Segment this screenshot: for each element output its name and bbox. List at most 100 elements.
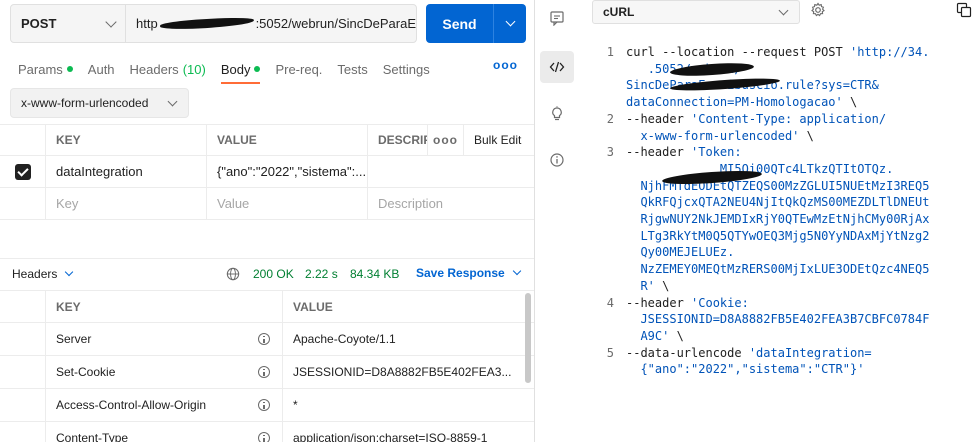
response-time[interactable]: 2.22 s xyxy=(305,267,338,281)
code-token: --header xyxy=(626,145,692,160)
header-name: Access-Control-Allow-Origin xyxy=(56,398,207,412)
tab-settings[interactable]: Settings xyxy=(383,56,430,82)
right-sidebar xyxy=(535,0,581,442)
response-header-key[interactable]: Server xyxy=(46,323,283,355)
header-key: KEY xyxy=(46,291,283,322)
chevron-down-icon xyxy=(505,16,515,27)
suggestions-button[interactable] xyxy=(540,98,574,130)
response-header-value[interactable]: JSESSIONID=D8A8882FB5E402FEA3... xyxy=(283,356,519,388)
line-number: 1 xyxy=(606,45,614,59)
code-string: dataConnection=PM-Homologacao' xyxy=(626,95,843,110)
header-spacer xyxy=(0,125,46,155)
table-row: dataIntegration {"ano":"2022","sistema":… xyxy=(0,156,534,188)
tab-label: Auth xyxy=(87,61,115,77)
language-label: cURL xyxy=(603,5,635,19)
line-text: --header 'Cookie: JSESSIONID=D8A8882FB5E… xyxy=(626,295,929,345)
tab-headers[interactable]: Headers (10) xyxy=(130,56,206,82)
code-token: --header xyxy=(626,111,692,126)
save-response-button[interactable]: Save Response xyxy=(416,266,521,280)
tab-pre-req[interactable]: Pre-req. xyxy=(275,56,322,82)
info-icon[interactable] xyxy=(258,366,270,378)
scrollbar[interactable] xyxy=(525,293,531,383)
globe-icon[interactable] xyxy=(226,267,240,281)
code-string: 'http://34. xyxy=(849,45,930,59)
url-input[interactable]: http :5052/webrun/SincDeParaE xyxy=(126,5,416,42)
table-header: KEY VALUE xyxy=(0,290,534,323)
bulk-edit-button[interactable]: Bulk Edit xyxy=(464,125,534,155)
more-tabs-icon[interactable]: ooo xyxy=(493,58,518,72)
body-params-table: KEY VALUE DESCRIP ooo Bulk Edit dataInte… xyxy=(0,124,534,220)
line-text: --header 'Content-Type: application/ x-w… xyxy=(626,111,886,144)
send-button[interactable]: Send xyxy=(426,4,526,43)
chevron-down-icon xyxy=(65,267,74,276)
tab-tests[interactable]: Tests xyxy=(337,56,367,82)
tab-body[interactable]: Body xyxy=(220,56,261,84)
table-row: Server Apache-Coyote/1.1 xyxy=(0,323,534,356)
info-button[interactable] xyxy=(540,144,574,176)
code-token: \ xyxy=(654,278,670,293)
response-header-key[interactable]: Set-Cookie xyxy=(46,356,283,388)
url-tail: :5052/webrun/SincDeParaE xyxy=(255,16,416,31)
code-line: 4 --header 'Cookie: JSESSIONID=D8A8882FB5… xyxy=(592,295,972,345)
gear-icon[interactable] xyxy=(810,2,826,18)
param-description[interactable] xyxy=(368,156,534,187)
lightbulb-icon xyxy=(552,106,562,121)
chevron-down-icon xyxy=(167,96,178,106)
description-input[interactable]: Description xyxy=(368,188,534,219)
key-input[interactable]: Key xyxy=(46,188,207,219)
tab-count: (10) xyxy=(182,61,206,77)
response-header-value[interactable]: * xyxy=(283,389,519,421)
info-icon[interactable] xyxy=(258,399,270,411)
response-header-key[interactable]: Content-Type xyxy=(46,422,283,442)
url-bar: POST http :5052/webrun/SincDeParaE xyxy=(10,4,417,43)
row-spacer xyxy=(0,188,46,219)
header-spacer xyxy=(0,291,46,322)
tab-label: Params xyxy=(18,61,63,77)
code-line: 5 --data-urlencode 'dataIntegration= {"an… xyxy=(592,345,972,378)
tab-auth[interactable]: Auth xyxy=(88,56,115,82)
comments-button[interactable] xyxy=(540,2,574,34)
code-token: \ xyxy=(842,95,858,110)
status-dot-icon xyxy=(66,66,73,72)
code-snippet[interactable]: 1 curl --location --request POST 'http://… xyxy=(592,44,972,378)
status-dot-icon xyxy=(254,66,261,72)
send-options-button[interactable] xyxy=(494,4,526,43)
param-key[interactable]: dataIntegration xyxy=(46,156,207,187)
response-header-value[interactable]: Apache-Coyote/1.1 xyxy=(283,323,519,355)
code-string: 'Token: xyxy=(691,145,742,160)
row-spacer xyxy=(0,422,46,442)
language-select[interactable]: cURL xyxy=(592,0,800,24)
param-value[interactable]: {"ano":"2022","sistema":... xyxy=(207,156,368,187)
column-options-icon[interactable]: ooo xyxy=(428,125,464,155)
row-spacer xyxy=(0,389,46,421)
copy-icon[interactable] xyxy=(956,2,972,18)
request-pane: POST http :5052/webrun/SincDeParaE Send … xyxy=(0,0,534,442)
code-snippet-button[interactable] xyxy=(540,51,574,83)
code-line: 1 curl --location --request POST 'http://… xyxy=(592,44,972,111)
body-type-select[interactable]: x-www-form-urlencoded xyxy=(10,88,189,118)
status-badge[interactable]: 200 OK xyxy=(253,267,294,281)
header-description: DESCRIP xyxy=(368,125,428,155)
line-number: 4 xyxy=(606,295,614,310)
response-header-key[interactable]: Access-Control-Allow-Origin xyxy=(46,389,283,421)
comment-icon xyxy=(550,11,564,26)
chevron-down-icon xyxy=(778,5,789,15)
info-icon[interactable] xyxy=(258,432,270,442)
response-section-select[interactable]: Headers xyxy=(12,267,74,281)
tab-params[interactable]: Params xyxy=(18,56,73,82)
value-input[interactable]: Value xyxy=(207,188,368,219)
info-icon[interactable] xyxy=(258,333,270,345)
response-header-value[interactable]: application/json;charset=ISO-8859-1 xyxy=(283,422,519,442)
code-icon xyxy=(549,61,565,73)
method-select[interactable]: POST xyxy=(11,5,126,42)
header-key: KEY xyxy=(46,125,207,155)
redaction-mark xyxy=(159,16,254,31)
code-token: \ xyxy=(669,328,684,343)
table-row-empty: Key Value Description xyxy=(0,188,534,220)
header-name: Content-Type xyxy=(56,431,129,442)
row-checkbox[interactable] xyxy=(0,156,46,187)
method-label: POST xyxy=(21,16,57,31)
send-label: Send xyxy=(426,4,494,43)
response-size[interactable]: 84.34 KB xyxy=(350,267,399,281)
response-headers-table: KEY VALUE Server Apache-Coyote/1.1 Set-Coo… xyxy=(0,290,534,442)
